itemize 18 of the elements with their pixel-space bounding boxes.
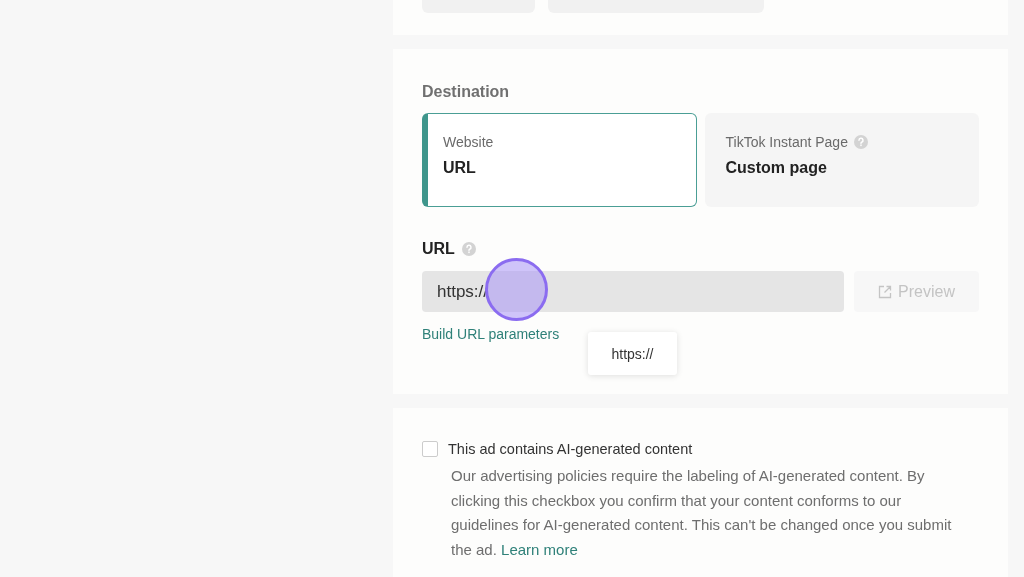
option-label: TikTok Instant Page — [725, 134, 848, 150]
url-input[interactable]: https:// — [422, 271, 844, 312]
external-link-icon — [878, 284, 893, 299]
destination-option[interactable]: Website URL — [422, 113, 697, 207]
help-icon[interactable] — [853, 135, 868, 149]
learn-more-link[interactable]: Learn more — [501, 540, 578, 558]
destination-option[interactable]: TikTok Instant Page Custom page — [704, 113, 979, 207]
help-icon[interactable] — [461, 242, 476, 256]
option-label: Website — [443, 134, 494, 150]
option-value: URL — [443, 159, 477, 177]
build-url-link[interactable]: Build URL parameters — [422, 326, 560, 342]
checkbox-label: This ad contains AI-generated content — [448, 441, 693, 457]
option-value: Custom page — [725, 159, 828, 177]
section-title: Destination — [422, 83, 511, 101]
policy-text: Our advertising policies require the labeling of AI-generated content. By clicking this checkbox you confirm that your content conforms to our guidelines for AI-generated content. This can't be changed once you submit the ad. Learn more — [451, 466, 953, 560]
checkbox[interactable] — [422, 441, 438, 457]
field-label: URL — [422, 240, 455, 258]
autocomplete-suggestion[interactable]: https:// — [588, 332, 677, 375]
